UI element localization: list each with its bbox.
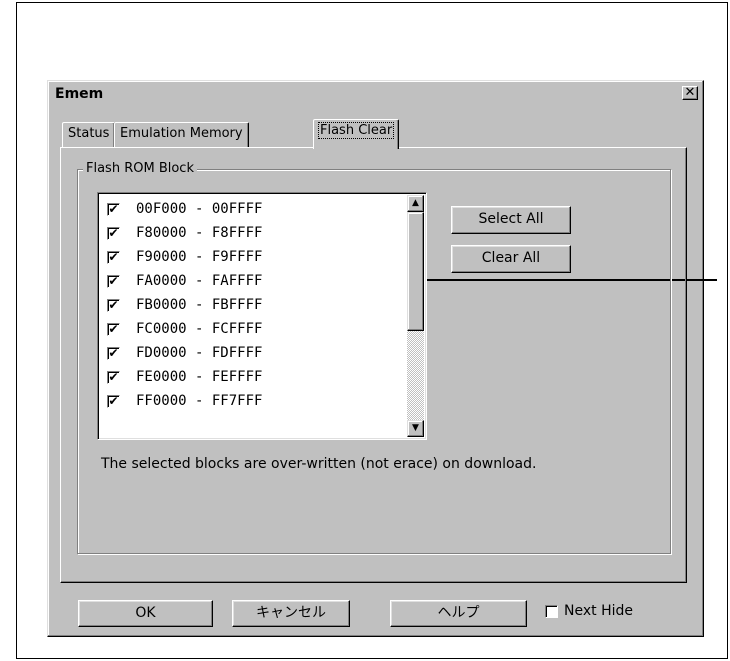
list-item[interactable]: ✔ F80000 - F8FFFF — [101, 221, 262, 245]
block-checkbox[interactable]: ✔ — [107, 370, 120, 384]
block-range: FC0000 - FCFFFF — [136, 321, 263, 337]
title-bar[interactable]: Emem ✕ — [51, 84, 700, 104]
list-items: ✔ 00F000 - 00FFFF ✔ F80000 - F8FFFF ✔ F9… — [101, 197, 262, 413]
scroll-down-button[interactable]: ▼ — [407, 420, 424, 437]
list-item[interactable]: ✔ FA0000 - FAFFFF — [101, 269, 262, 293]
close-button[interactable]: ✕ — [682, 86, 698, 100]
tab-emulation-memory[interactable]: Emulation Memory — [114, 122, 249, 147]
flash-block-list[interactable]: ✔ 00F000 - 00FFFF ✔ F80000 - F8FFFF ✔ F9… — [97, 192, 427, 440]
help-button[interactable]: ヘルプ — [390, 600, 527, 627]
block-checkbox[interactable]: ✔ — [107, 298, 120, 312]
dialog-title: Emem — [55, 86, 104, 102]
block-range: FD0000 - FDFFFF — [136, 345, 263, 361]
group-label: Flash ROM Block — [83, 161, 197, 177]
emem-dialog: Emem ✕ Status Emulation Memory Flash Cle… — [47, 80, 704, 637]
scroll-down-icon: ▼ — [412, 423, 419, 433]
block-checkbox[interactable]: ✔ — [107, 226, 120, 240]
block-range: FE0000 - FEFFFF — [136, 369, 263, 385]
clear-all-button[interactable]: Clear All — [451, 245, 571, 273]
block-range: 00F000 - 00FFFF — [136, 201, 263, 217]
vertical-scrollbar[interactable]: ▲ ▼ — [407, 195, 424, 437]
flash-clear-panel: Flash ROM Block ✔ 00F000 - 00FFFF ✔ F800… — [60, 147, 687, 583]
next-hide-label: Next Hide — [564, 603, 633, 619]
block-checkbox[interactable]: ✔ — [107, 202, 120, 216]
close-icon: ✕ — [684, 85, 696, 100]
ok-button[interactable]: OK — [78, 600, 213, 627]
block-range: FB0000 - FBFFFF — [136, 297, 263, 313]
list-item[interactable]: ✔ F90000 - F9FFFF — [101, 245, 262, 269]
select-all-button[interactable]: Select All — [451, 206, 571, 234]
block-checkbox[interactable]: ✔ — [107, 394, 120, 408]
block-checkbox[interactable]: ✔ — [107, 322, 120, 336]
tab-status[interactable]: Status — [62, 122, 116, 147]
block-checkbox[interactable]: ✔ — [107, 250, 120, 264]
list-item[interactable]: ✔ FE0000 - FEFFFF — [101, 365, 262, 389]
next-hide-option[interactable]: Next Hide — [545, 603, 633, 619]
block-range: FA0000 - FAFFFF — [136, 273, 263, 289]
block-range: F80000 - F8FFFF — [136, 225, 263, 241]
tab-status-label: Status — [68, 126, 110, 141]
list-item[interactable]: ✔ FD0000 - FDFFFF — [101, 341, 262, 365]
description-text: The selected blocks are over-written (no… — [101, 456, 537, 472]
list-item[interactable]: ✔ FB0000 - FBFFFF — [101, 293, 262, 317]
next-hide-checkbox[interactable] — [545, 604, 558, 618]
block-range: F90000 - F9FFFF — [136, 249, 263, 265]
block-checkbox[interactable]: ✔ — [107, 274, 120, 288]
tab-flash-clear-label: Flash Clear — [317, 122, 395, 139]
scroll-up-icon: ▲ — [412, 198, 419, 208]
tab-flash-clear[interactable]: Flash Clear — [313, 119, 400, 149]
list-item[interactable]: ✔ FC0000 - FCFFFF — [101, 317, 262, 341]
tab-emulation-memory-label: Emulation Memory — [120, 126, 243, 141]
block-checkbox[interactable]: ✔ — [107, 346, 120, 360]
scroll-up-button[interactable]: ▲ — [407, 195, 424, 212]
list-item[interactable]: ✔ 00F000 - 00FFFF — [101, 197, 262, 221]
list-item[interactable]: ✔ FF0000 - FF7FFF — [101, 389, 262, 413]
cancel-button[interactable]: キャンセル — [232, 600, 350, 627]
scroll-thumb[interactable] — [407, 212, 424, 331]
block-range: FF0000 - FF7FFF — [136, 393, 263, 409]
